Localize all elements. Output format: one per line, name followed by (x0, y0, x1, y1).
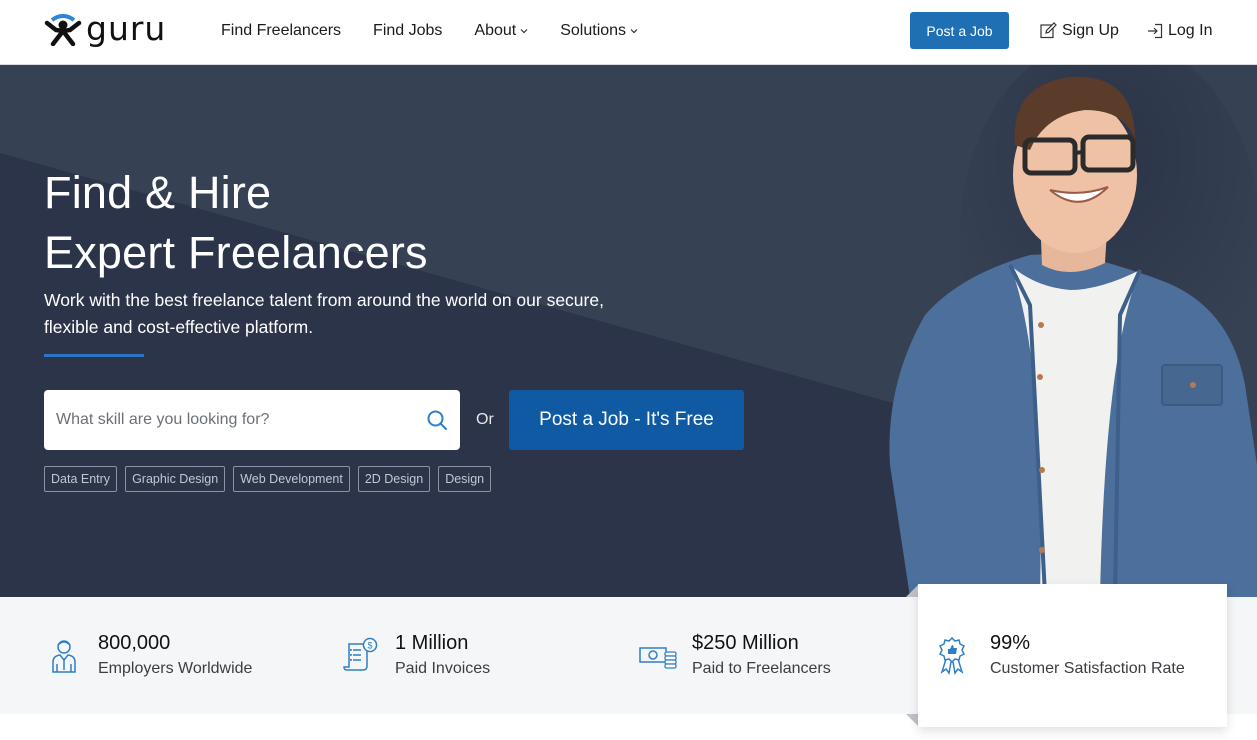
guru-logo[interactable]: guru (44, 8, 176, 48)
hero-section: Find & Hire Expert Freelancers Work with… (0, 65, 1257, 597)
hero-subtitle-line1: Work with the best freelance talent from… (44, 290, 604, 310)
stat-label: Employers Worldwide (98, 659, 253, 677)
skill-search-input[interactable] (56, 411, 426, 429)
nav-about[interactable]: About (474, 22, 528, 40)
guru-person-icon (44, 14, 82, 46)
card-fold-decoration (906, 714, 918, 726)
site-header: guru Find Freelancers Find Jobs About So… (0, 0, 1257, 65)
stat-value: $250 Million (692, 631, 799, 654)
edit-icon (1040, 22, 1057, 39)
hero-subtitle-line2: flexible and cost-effective platform. (44, 317, 314, 337)
stat-label: Paid Invoices (395, 659, 491, 677)
nav-label: Find Freelancers (221, 22, 342, 39)
stat-value: 99% (990, 631, 1031, 654)
tag-web-development[interactable]: Web Development (233, 466, 350, 492)
stat-label: Paid to Freelancers (692, 659, 831, 677)
stat-label: Customer Satisfaction Rate (990, 659, 1185, 677)
login-icon (1148, 23, 1163, 38)
nav-label: Find Jobs (373, 22, 443, 39)
hero-person-image (889, 65, 1257, 597)
log-in-link[interactable]: Log In (1147, 12, 1212, 49)
tag-graphic-design[interactable]: Graphic Design (125, 466, 226, 492)
post-job-button[interactable]: Post a Job (910, 12, 1009, 49)
money-icon (639, 646, 677, 669)
chevron-down-icon (630, 26, 638, 36)
hero-divider (44, 354, 144, 357)
invoice-icon: $ (343, 637, 378, 671)
nav-label: Solutions (560, 22, 627, 39)
tag-data-entry[interactable]: Data Entry (44, 466, 118, 492)
skill-search-box (44, 390, 460, 450)
award-badge-icon (938, 636, 966, 675)
employer-icon (52, 639, 76, 673)
tag-2d-design[interactable]: 2D Design (357, 466, 431, 492)
stat-value: 800,000 (98, 631, 171, 654)
stat-invoices: $ 1 Million Paid Invoices (341, 597, 490, 714)
nav-solutions[interactable]: Solutions (560, 22, 638, 40)
or-separator: Or (476, 411, 494, 428)
tag-design[interactable]: Design (438, 466, 492, 492)
stat-employers: 800,000 Employers Worldwide (44, 597, 252, 714)
nav-label: About (474, 22, 517, 39)
stat-paid-freelancers: $250 Million Paid to Freelancers (638, 597, 831, 714)
card-fold-decoration (906, 585, 918, 597)
main-nav: Find Freelancers Find Jobs About Solutio… (221, 0, 670, 62)
stat-value: 1 Million (395, 631, 469, 654)
stat-satisfaction-card: 99% Customer Satisfaction Rate (918, 584, 1227, 727)
nav-find-jobs[interactable]: Find Jobs (373, 22, 442, 40)
hero-title-line2: Expert Freelancers (44, 227, 428, 278)
search-icon[interactable] (426, 409, 448, 431)
hero-title-line1: Find & Hire (44, 167, 272, 218)
popular-skill-tags: Data Entry Graphic Design Web Developmen… (44, 466, 499, 492)
svg-text:$: $ (367, 640, 372, 650)
chevron-down-icon (520, 26, 528, 36)
nav-find-freelancers[interactable]: Find Freelancers (221, 22, 341, 40)
sign-up-label: Sign Up (1062, 21, 1119, 39)
post-job-free-button[interactable]: Post a Job - It's Free (509, 390, 744, 450)
sign-up-link[interactable]: Sign Up (1040, 12, 1119, 49)
logo-wordmark: guru (86, 8, 167, 48)
hero-title: Find & Hire Expert Freelancers (44, 163, 428, 283)
hero-subtitle: Work with the best freelance talent from… (44, 287, 664, 341)
log-in-label: Log In (1168, 21, 1213, 39)
